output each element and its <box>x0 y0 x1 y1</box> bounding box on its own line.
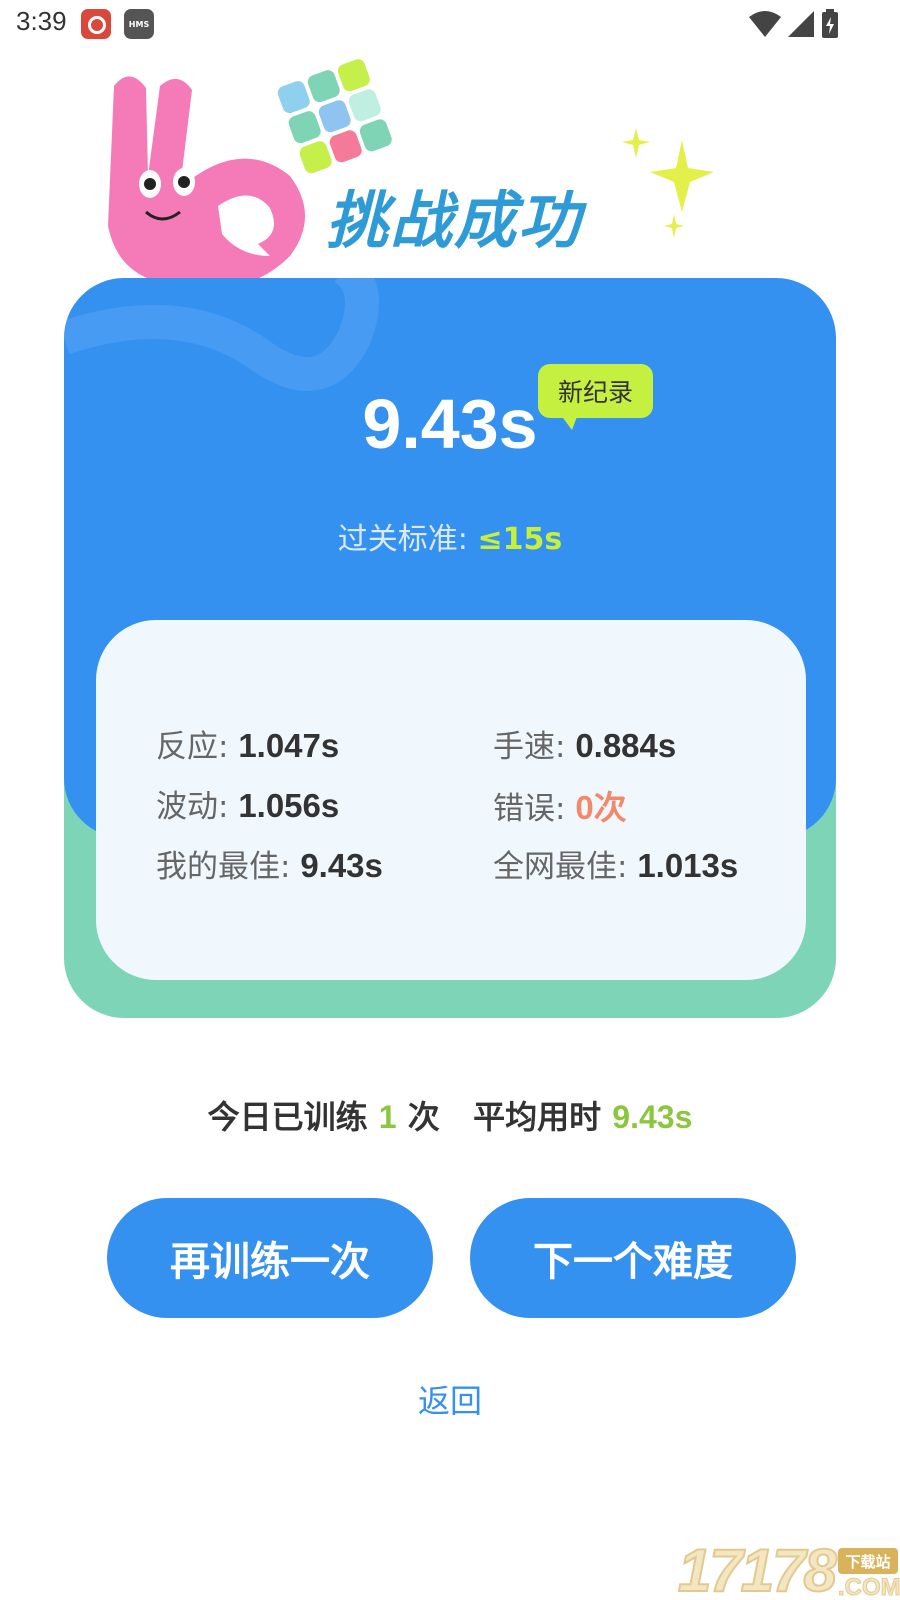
today-middle: 次 平均用时 <box>396 1098 613 1136</box>
result-time: 9.43s <box>362 385 538 463</box>
stat-label: 手速: <box>493 729 576 765</box>
new-record-badge-tail <box>560 414 578 430</box>
status-indicators <box>748 8 840 40</box>
stat-fluctuation: 波动: 1.056s <box>156 781 339 826</box>
signal-icon <box>788 11 814 37</box>
back-link[interactable]: 返回 <box>0 1376 900 1422</box>
stat-global-best: 全网最佳: 1.013s <box>493 841 738 886</box>
stat-value: 0.884s <box>575 727 677 764</box>
battery-charging-icon <box>822 9 838 38</box>
status-time: 3:39 <box>16 6 67 36</box>
stat-label: 波动: <box>156 789 239 825</box>
stat-reaction: 反应: 1.047s <box>156 721 339 766</box>
stat-my-best: 我的最佳: 9.43s <box>156 841 383 886</box>
color-blocks-icon <box>277 59 392 174</box>
screen: 3:39 HMS 挑战成功 9.43s 新纪录 过关标准: ≤15s 反应: 1… <box>0 0 900 1600</box>
pass-standard-label: 过关标准: <box>337 522 478 557</box>
sparkle-stars-icon <box>622 128 714 238</box>
wifi-icon <box>749 11 781 37</box>
pass-standard-value: ≤15s <box>477 522 563 557</box>
watermark-logo: 17178 <box>677 1536 838 1600</box>
stat-value: 1.056s <box>238 787 340 824</box>
hms-notification-icon: HMS <box>124 9 154 39</box>
stat-label: 我的最佳: <box>156 849 301 885</box>
stat-label: 反应: <box>156 729 239 765</box>
today-prefix: 今日已训练 <box>207 1098 379 1136</box>
stat-value: 1.013s <box>637 847 739 884</box>
pass-standard: 过关标准: ≤15s <box>0 514 900 558</box>
status-bar: 3:39 HMS <box>0 0 900 48</box>
today-training-summary: 今日已训练 1 次 平均用时 9.43s <box>0 1092 900 1138</box>
challenge-success-title: 挑战成功 <box>326 184 583 257</box>
weibo-notification-icon <box>81 9 111 39</box>
today-average-time: 9.43s <box>612 1099 693 1135</box>
today-count: 1 <box>378 1099 397 1135</box>
next-difficulty-button[interactable]: 下一个难度 <box>470 1198 796 1318</box>
stat-value: 1.047s <box>238 727 340 764</box>
stat-label: 错误: <box>493 791 576 827</box>
stat-speed: 手速: 0.884s <box>493 721 676 766</box>
stat-errors: 错误: 0次 <box>493 781 627 829</box>
train-again-button[interactable]: 再训练一次 <box>107 1198 433 1318</box>
stat-value: 0次 <box>575 789 627 826</box>
watermark-domain: .COM <box>838 1574 900 1600</box>
new-record-badge: 新纪录 <box>538 364 653 418</box>
watermark-tag: 下载站 <box>838 1548 898 1574</box>
stat-label: 全网最佳: <box>493 849 638 885</box>
stat-value: 9.43s <box>300 847 383 884</box>
